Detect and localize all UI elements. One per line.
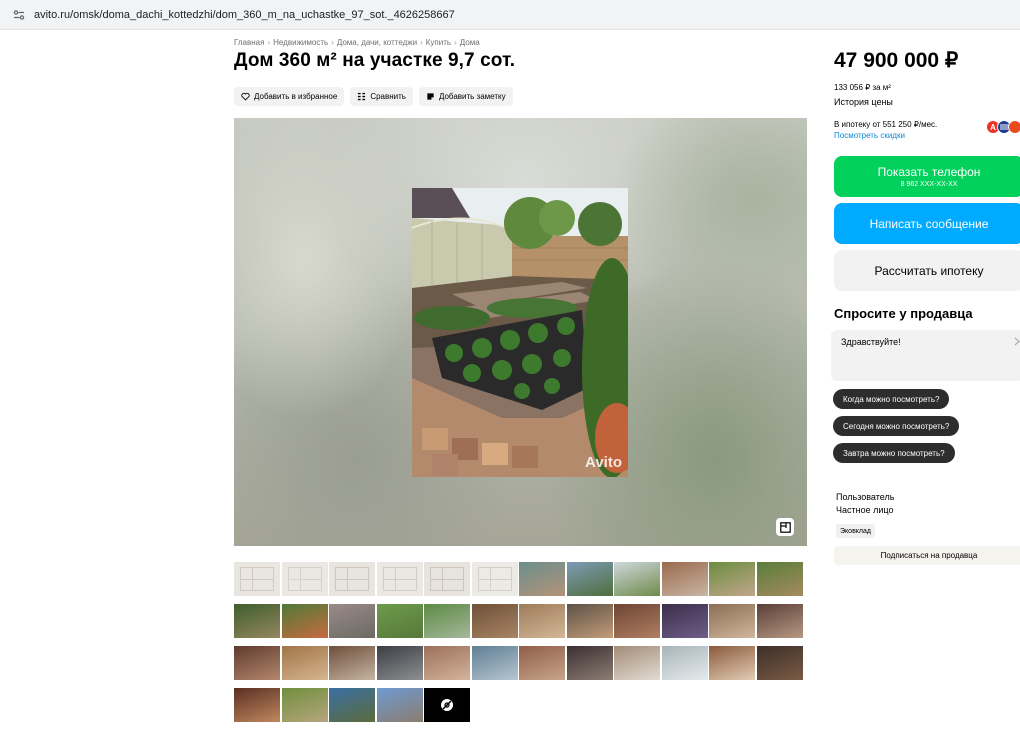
photo-thumbnail[interactable] (519, 646, 565, 680)
photo-thumbnail[interactable] (281, 604, 328, 638)
photo-thumbnail[interactable] (756, 604, 803, 638)
masked-phone-number: 8 962 XXX-XX-XX (900, 181, 958, 188)
price-history-link[interactable]: История цены (834, 97, 893, 107)
show-phone-label: Показать телефон (877, 165, 981, 179)
photo-thumbnail[interactable] (376, 688, 423, 722)
breadcrumb-separator: › (454, 38, 457, 47)
url-text[interactable]: avito.ru/omsk/doma_dachi_kottedzhi/dom_3… (34, 9, 455, 21)
subscribe-to-seller-button[interactable]: Подписаться на продавца (834, 546, 1020, 565)
photo-thumbnail[interactable] (756, 562, 803, 596)
quick-question-chip[interactable]: Сегодня можно посмотреть? (833, 416, 960, 436)
photo-thumbnail[interactable] (376, 604, 423, 638)
site-info-icon[interactable] (12, 8, 26, 22)
mortgage-from-text: В ипотеку от 551 250 ₽/мес. (834, 120, 938, 129)
seller-name[interactable]: Пользователь (836, 492, 894, 502)
photo-thumbnail[interactable] (709, 562, 755, 596)
photo-thumbnails (234, 562, 804, 722)
breadcrumb-realty[interactable]: Недвижимость (273, 38, 328, 47)
photo-thumbnail[interactable] (566, 646, 613, 680)
price-per-square-meter: 133 056 ₽ за м² (834, 83, 891, 92)
photo-thumbnail[interactable] (709, 604, 755, 638)
seller-type: Частное лицо (836, 505, 894, 515)
quick-question-chip[interactable]: Завтра можно посмотреть? (833, 443, 955, 463)
breadcrumb-separator: › (331, 38, 334, 47)
add-to-favorites-label: Добавить в избранное (254, 92, 338, 101)
photo-thumbnail[interactable] (234, 646, 280, 680)
ask-seller-text: Здравствуйте! (841, 337, 901, 347)
photo-thumbnail[interactable] (566, 604, 613, 638)
add-note-label: Добавить заметку (438, 92, 506, 101)
photo-thumbnail[interactable] (329, 688, 375, 722)
breadcrumb-separator: › (420, 38, 423, 47)
photo-thumbnail[interactable] (661, 646, 708, 680)
more-photos-thumbnail[interactable] (424, 688, 470, 722)
photo-thumbnail[interactable] (566, 562, 613, 596)
browser-address-bar[interactable]: avito.ru/omsk/doma_dachi_kottedzhi/dom_3… (0, 0, 1020, 30)
note-icon (427, 93, 434, 100)
compare-button[interactable]: Сравнить (350, 87, 413, 106)
breadcrumb-buy[interactable]: Купить (426, 38, 451, 47)
write-message-button[interactable]: Написать сообщение (834, 203, 1020, 244)
photo-thumbnail[interactable] (376, 562, 423, 596)
show-phone-button[interactable]: Показать телефон 8 962 XXX-XX-XX (834, 156, 1020, 197)
avito-watermark: Avito (585, 454, 622, 471)
floor-plan-icon[interactable] (776, 518, 794, 536)
ask-seller-input[interactable]: Здравствуйте! (831, 330, 1020, 381)
photo-thumbnail[interactable] (234, 604, 280, 638)
photo-thumbnail[interactable] (329, 646, 375, 680)
photo-thumbnail[interactable] (376, 646, 423, 680)
view-discounts-link[interactable]: Посмотреть скидки (834, 131, 905, 140)
calculate-mortgage-button[interactable]: Рассчитать ипотеку (834, 250, 1020, 291)
bank-logo-icon (1008, 120, 1020, 134)
add-note-button[interactable]: Добавить заметку (418, 87, 513, 106)
photo-thumbnail[interactable] (329, 562, 375, 596)
photo-thumbnail[interactable] (329, 604, 375, 638)
listing-title: Дом 360 м² на участке 9,7 сот. (234, 50, 516, 71)
photo-thumbnail[interactable] (661, 562, 708, 596)
listing-actions: Добавить в избранное Сравнить Добавить з… (234, 87, 513, 106)
garden-photo-image (412, 188, 628, 477)
heart-icon (241, 92, 250, 101)
photo-thumbnail[interactable] (281, 646, 328, 680)
breadcrumb: Главная › Недвижимость › Дома, дачи, кот… (234, 38, 480, 47)
breadcrumb-houses-dachas[interactable]: Дома, дачи, коттеджи (337, 38, 417, 47)
breadcrumb-separator: › (267, 38, 271, 47)
listing-price: 47 900 000 ₽ (834, 49, 959, 72)
photo-thumbnail[interactable] (756, 646, 803, 680)
breadcrumb-home[interactable]: Главная (234, 38, 264, 47)
quick-question-chip[interactable]: Когда можно посмотреть? (833, 389, 950, 409)
photo-thumbnail[interactable] (281, 562, 328, 596)
photo-thumbnail[interactable] (234, 562, 280, 596)
eco-deposit-badge: Эковклад (836, 524, 875, 538)
photo-thumbnail[interactable] (471, 604, 518, 638)
photo-thumbnail[interactable] (614, 604, 660, 638)
photo-thumbnail[interactable] (281, 688, 328, 722)
more-photos-icon (441, 699, 453, 711)
add-to-favorites-button[interactable]: Добавить в избранное (234, 87, 345, 106)
photo-thumbnail[interactable] (614, 646, 660, 680)
photo-thumbnail[interactable] (519, 562, 565, 596)
ask-seller-heading: Спросите у продавца (834, 306, 973, 321)
photo-thumbnail[interactable] (661, 604, 708, 638)
compare-icon (358, 92, 366, 101)
photo-thumbnail[interactable] (519, 604, 565, 638)
photo-thumbnail[interactable] (424, 562, 470, 596)
photo-thumbnail[interactable] (234, 688, 280, 722)
bank-logos: А (986, 120, 1020, 134)
photo-thumbnail[interactable] (424, 646, 470, 680)
photo-thumbnail[interactable] (709, 646, 755, 680)
photo-thumbnail[interactable] (471, 646, 518, 680)
send-arrow-icon[interactable] (1014, 337, 1020, 349)
breadcrumb-houses[interactable]: Дома (460, 38, 480, 47)
photo-gallery-main[interactable]: Avito (234, 118, 807, 546)
photo-thumbnail[interactable] (614, 562, 660, 596)
photo-thumbnail[interactable] (424, 604, 470, 638)
photo-thumbnail[interactable] (471, 562, 518, 596)
main-photo[interactable]: Avito (412, 188, 628, 477)
compare-label: Сравнить (370, 92, 406, 101)
